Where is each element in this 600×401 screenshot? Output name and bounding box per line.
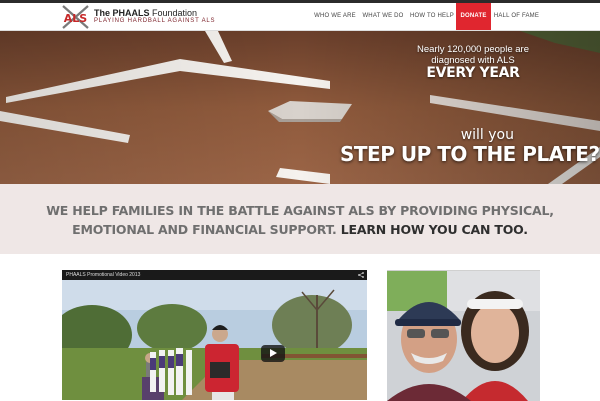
play-button[interactable] — [261, 345, 285, 362]
nav-who-we-are[interactable]: WHO WE ARE — [312, 3, 358, 30]
nav-hall-of-fame[interactable]: HALL OF FAME — [493, 3, 540, 30]
video-thumbnail-image — [62, 280, 367, 400]
family-photo-image — [387, 271, 540, 401]
diagnosis-stat: Nearly 120,000 people are diagnosed with… — [398, 44, 548, 81]
logo[interactable]: ALS The PHAALS Foundation PLAYING HARDBA… — [60, 4, 215, 30]
logo-title: The PHAALS Foundation — [94, 8, 198, 18]
stat-line-1: Nearly 120,000 people are — [417, 44, 529, 55]
logo-tagline: PLAYING HARDBALL AGAINST ALS — [94, 18, 216, 24]
stat-line-3: EVERY YEAR — [426, 65, 520, 81]
mission-statement: WE HELP FAMILIES IN THE BATTLE AGAINST A… — [40, 201, 560, 239]
video-title-bar: PHAALS Promotional Video 2013 — [62, 270, 367, 280]
logo-mark-icon: ALS — [62, 5, 89, 29]
promo-video-player[interactable]: PHAALS Promotional Video 2013 — [62, 270, 367, 400]
mission-statement-band: WE HELP FAMILIES IN THE BATTLE AGAINST A… — [0, 184, 600, 254]
nav-how-to-help[interactable]: HOW TO HELP — [408, 3, 456, 30]
cta-small-text: will you — [460, 127, 514, 143]
hero-cta: will you STEP UP TO THE PLATE? — [340, 127, 600, 166]
share-icon[interactable] — [358, 272, 364, 278]
nav-donate[interactable]: DONATE — [456, 3, 491, 30]
family-photo — [387, 270, 540, 401]
hero-banner: Nearly 120,000 people are diagnosed with… — [0, 31, 600, 184]
svg-text:ALS: ALS — [64, 12, 88, 25]
play-icon — [270, 349, 277, 357]
site-header: ALS The PHAALS Foundation PLAYING HARDBA… — [0, 3, 600, 31]
learn-more-link[interactable]: LEARN HOW YOU CAN TOO. — [341, 222, 528, 237]
nav-what-we-do[interactable]: WHAT WE DO — [360, 3, 406, 30]
cta-headline: STEP UP TO THE PLATE? — [340, 142, 600, 166]
video-title: PHAALS Promotional Video 2013 — [66, 272, 141, 278]
